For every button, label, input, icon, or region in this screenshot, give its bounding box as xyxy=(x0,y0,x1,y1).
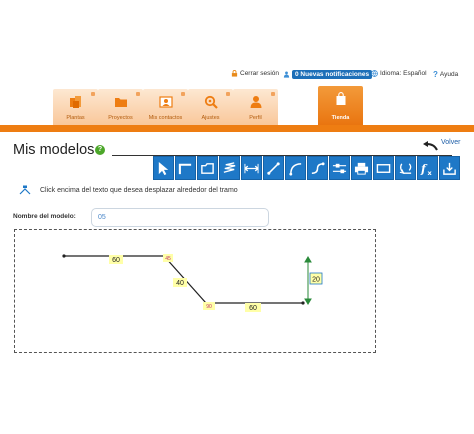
tab-label: Plantas xyxy=(66,115,85,121)
help-link[interactable]: ? Ayuda xyxy=(433,70,458,79)
model-drawing: 60 40 60 20 45 90 xyxy=(62,254,323,312)
utility-bar: Cerrar sesión 0 Nuevas notificaciones Id… xyxy=(0,68,474,82)
lock-icon xyxy=(231,70,238,77)
back-link[interactable]: Volver xyxy=(441,139,460,146)
globe-icon xyxy=(371,70,378,77)
segment-label[interactable]: 60 xyxy=(245,303,261,312)
back-arrow-icon[interactable] xyxy=(422,141,438,151)
logout-link[interactable]: Cerrar sesión xyxy=(231,70,279,77)
save-icon xyxy=(443,162,456,175)
tab-corner xyxy=(181,92,185,96)
angle-label[interactable]: 45 xyxy=(163,254,173,262)
rotate-tool-button[interactable] xyxy=(395,156,416,180)
save-tool-button[interactable] xyxy=(439,156,460,180)
formula-tool-button[interactable]: fx xyxy=(417,156,438,180)
settings-search-icon xyxy=(204,95,218,109)
move-label-icon xyxy=(19,185,31,195)
segment-label[interactable]: 40 xyxy=(173,278,187,287)
question-icon: ? xyxy=(433,70,438,79)
height-label[interactable]: 20 xyxy=(309,272,323,285)
start-point xyxy=(62,254,66,258)
help-label: Ayuda xyxy=(439,71,459,78)
tab-proyectos[interactable]: Proyectos xyxy=(98,89,143,125)
tab-corner xyxy=(226,92,230,96)
tab-tienda[interactable]: Tienda xyxy=(318,86,363,125)
hint-text: Click encima del texto que desea desplaz… xyxy=(40,187,238,194)
notifications-link[interactable]: 0 Nuevas notificaciones xyxy=(283,70,373,79)
angle-label-text: 90 xyxy=(206,304,212,310)
right-angle-tool-button[interactable] xyxy=(175,156,196,180)
main-navigation: Plantas Proyectos Mis contactos Ajustes … xyxy=(0,84,474,125)
horizontal-dimension-tool-button[interactable] xyxy=(241,156,262,180)
language-label: Idioma: Español xyxy=(380,70,427,77)
diagonal-line-icon xyxy=(267,161,280,175)
language-selector[interactable]: Idioma: Español xyxy=(371,70,427,77)
tab-label: Ajustes xyxy=(201,115,220,121)
rectangle-icon xyxy=(376,163,391,173)
diagonal-line-tool-button[interactable] xyxy=(263,156,284,180)
pointer-tool-button[interactable] xyxy=(153,156,174,180)
spring-icon xyxy=(223,161,236,173)
notifications-badge: 0 Nuevas notificaciones xyxy=(292,70,373,79)
segment-settings-icon xyxy=(332,163,347,173)
tab-mis-contactos[interactable]: Mis contactos xyxy=(143,89,188,125)
drawing-toolbar: fx xyxy=(153,156,460,180)
dimension-arrow-up xyxy=(304,256,312,263)
shopping-bag-icon xyxy=(336,92,345,105)
tab-corner xyxy=(136,92,140,96)
segment-label-text: 60 xyxy=(112,257,120,264)
segment-settings-tool-button[interactable] xyxy=(329,156,350,180)
segment-label-text: 60 xyxy=(249,305,257,312)
horizontal-dimension-icon xyxy=(244,163,259,173)
drawing-canvas[interactable]: 60 40 60 20 45 90 xyxy=(14,229,376,353)
pointer-icon xyxy=(158,161,169,175)
user-icon xyxy=(250,96,261,108)
folder-icon xyxy=(114,98,127,107)
formula-icon: fx xyxy=(420,161,433,176)
notification-icon xyxy=(283,71,290,78)
plants-icon xyxy=(69,96,81,108)
box-icon xyxy=(201,162,214,174)
s-curve-icon xyxy=(311,161,325,174)
angle-label[interactable]: 90 xyxy=(203,302,215,310)
s-curve-tool-button[interactable] xyxy=(307,156,328,180)
nav-underline xyxy=(0,125,474,132)
tab-label: Mis contactos xyxy=(148,115,183,121)
contacts-icon xyxy=(158,96,173,108)
right-angle-icon xyxy=(178,163,192,174)
logout-label: Cerrar sesión xyxy=(240,70,280,77)
segment-label[interactable]: 60 xyxy=(109,255,123,264)
segment-label-text: 40 xyxy=(176,280,184,287)
tab-plantas[interactable]: Plantas xyxy=(53,89,98,125)
tab-label: Tienda xyxy=(331,115,350,121)
angle-label-text: 45 xyxy=(165,256,171,262)
rectangle-tool-button[interactable] xyxy=(373,156,394,180)
height-label-text: 20 xyxy=(312,277,320,284)
print-tool-button[interactable] xyxy=(351,156,372,180)
model-name-input[interactable] xyxy=(91,208,269,227)
tab-label: Perfil xyxy=(249,115,262,121)
page-title: Mis modelos xyxy=(13,142,95,158)
arc-tool-button[interactable] xyxy=(285,156,306,180)
arc-icon xyxy=(289,162,302,176)
printer-icon xyxy=(354,162,369,175)
svg-text:x: x xyxy=(428,169,433,176)
tab-corner xyxy=(271,92,275,96)
tab-corner xyxy=(91,92,95,96)
rotate-icon xyxy=(399,162,412,174)
tab-ajustes[interactable]: Ajustes xyxy=(188,89,233,125)
box-tool-button[interactable] xyxy=(197,156,218,180)
dimension-arrow-down xyxy=(304,298,312,305)
model-name-label: Nombre del modelo: xyxy=(13,213,76,220)
tab-perfil[interactable]: Perfil xyxy=(233,89,278,125)
tab-label: Proyectos xyxy=(108,115,133,121)
end-point xyxy=(301,301,305,305)
help-icon[interactable]: ? xyxy=(95,145,105,155)
spring-tool-button[interactable] xyxy=(219,156,240,180)
